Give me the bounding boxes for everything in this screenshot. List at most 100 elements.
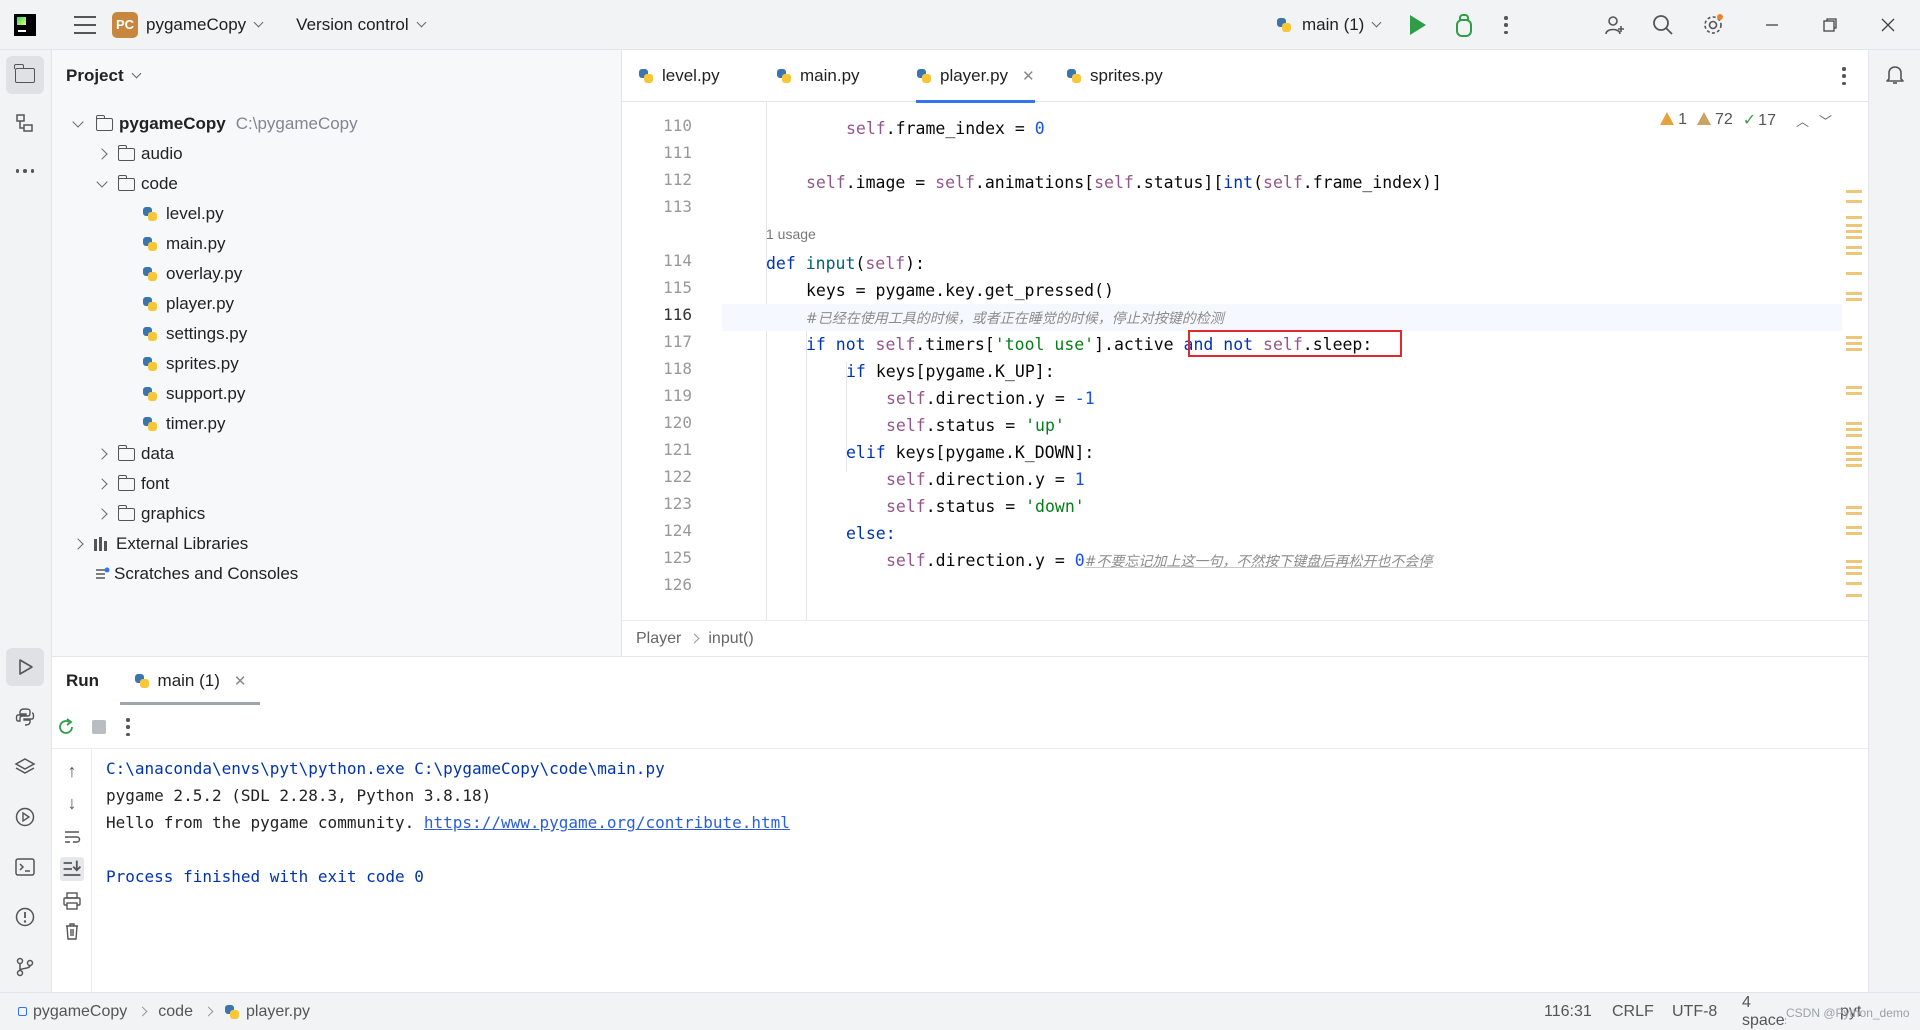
breadcrumb-method[interactable]: input() (708, 630, 753, 648)
expand-arrow-icon (72, 116, 84, 128)
tab-player-py[interactable]: player.py ✕ (916, 50, 1035, 103)
code-area[interactable]: self.frame_index = 0 self.image = self.a… (722, 102, 1842, 620)
usage-hint[interactable]: 1 usage (766, 226, 816, 242)
tree-file-timer-py[interactable]: timer.py (142, 410, 226, 438)
tree-item-code[interactable]: code (96, 170, 178, 198)
project-panel-header[interactable]: Project (52, 50, 621, 102)
tree-file-level-py[interactable]: level.py (142, 200, 224, 228)
notifications-bell-icon[interactable] (1883, 62, 1907, 86)
line-number: 125 (663, 548, 692, 567)
terminal-button[interactable] (6, 848, 44, 886)
settings-gear-icon[interactable] (1702, 14, 1724, 36)
scratches-icon (96, 567, 110, 579)
highlight-annotation-box (1188, 330, 1402, 357)
rerun-icon[interactable] (56, 717, 76, 737)
folder-icon (117, 504, 135, 521)
tree-file-settings-py[interactable]: settings.py (142, 320, 247, 348)
run-tool-button[interactable] (6, 648, 44, 686)
line-number: 123 (663, 494, 692, 513)
tree-item-external-libraries[interactable]: External Libraries (72, 530, 248, 558)
python-packages-button[interactable] (6, 748, 44, 786)
restore-window-icon[interactable] (1820, 15, 1840, 35)
line-number: 117 (663, 332, 692, 351)
tree-item-font[interactable]: font (96, 470, 169, 498)
tree-file-player-py[interactable]: player.py (142, 290, 234, 318)
close-tab-icon[interactable]: ✕ (1022, 67, 1035, 85)
tree-file-support-py[interactable]: support.py (142, 380, 245, 408)
soft-wrap-icon[interactable] (62, 827, 82, 847)
print-icon[interactable] (62, 891, 82, 911)
run-configuration-selector[interactable]: main (1) (1276, 0, 1382, 50)
stop-icon[interactable] (92, 720, 106, 734)
version-control-menu[interactable]: Version control (288, 0, 427, 49)
tree-file-main-py[interactable]: main.py (142, 230, 226, 258)
layers-icon (14, 758, 36, 774)
structure-tool-button[interactable] (6, 104, 44, 142)
tree-item-label: settings.py (166, 324, 248, 343)
tree-item-data[interactable]: data (96, 440, 174, 468)
close-tab-icon[interactable]: ✕ (234, 672, 247, 690)
tab-options-icon[interactable] (1842, 67, 1846, 85)
tree-root-pygamecopy[interactable]: pygameCopy C:\pygameCopy (72, 110, 358, 138)
tree-item-label: audio (141, 144, 183, 163)
chevron-right-icon (689, 633, 700, 644)
close-window-icon[interactable] (1878, 15, 1898, 35)
file-encoding[interactable]: UTF-8 (1672, 993, 1717, 1030)
services-button[interactable] (6, 798, 44, 836)
tab-label: sprites.py (1090, 66, 1163, 85)
git-button[interactable] (6, 948, 44, 986)
trash-icon[interactable] (62, 921, 82, 941)
arrow-up-icon[interactable]: ↑ (62, 761, 82, 781)
chevron-right-icon (203, 1006, 214, 1017)
caret-position[interactable]: 116:31 (1544, 993, 1592, 1030)
project-tool-button[interactable] (6, 56, 44, 94)
tree-file-sprites-py[interactable]: sprites.py (142, 350, 239, 378)
tab-sprites-py[interactable]: sprites.py (1066, 50, 1163, 102)
breadcrumb-class[interactable]: Player (636, 630, 681, 648)
folder-icon (117, 144, 135, 161)
debug-button[interactable] (1452, 13, 1472, 37)
line-number: 112 (663, 170, 692, 189)
problems-button[interactable] (6, 898, 44, 936)
git-branch-icon (16, 957, 34, 977)
console-line: Hello from the pygame community. https:/… (106, 813, 790, 832)
python-file-icon (638, 68, 654, 84)
minimize-window-icon[interactable] (1762, 15, 1782, 35)
problems-icon (15, 907, 35, 927)
tab-main-py[interactable]: main.py (776, 50, 860, 102)
status-crumb-file[interactable]: player.py (246, 1003, 310, 1021)
main-menu-icon[interactable] (74, 15, 96, 34)
collapsed-arrow-icon (96, 508, 108, 520)
python-console-icon (15, 708, 35, 726)
python-console-button[interactable] (6, 698, 44, 736)
more-actions-icon[interactable] (1504, 16, 1508, 34)
scroll-to-end-icon[interactable] (60, 857, 84, 881)
project-selector[interactable]: pygameCopy (138, 0, 264, 49)
code-line-121: elif keys[pygame.K_DOWN]: (846, 443, 1095, 462)
error-stripe[interactable] (1846, 190, 1862, 660)
run-button[interactable] (1410, 15, 1426, 35)
search-icon[interactable] (1652, 14, 1674, 36)
run-panel-title: Run (66, 671, 100, 690)
line-number: 114 (663, 251, 692, 270)
indent-settings[interactable]: 4 spaces (1742, 993, 1786, 1030)
module-icon (18, 1007, 27, 1016)
run-tab-main[interactable]: main (1) ✕ (120, 657, 260, 705)
tree-file-overlay-py[interactable]: overlay.py (142, 260, 242, 288)
more-tools-button[interactable] (6, 152, 44, 190)
status-crumb-folder[interactable]: code (158, 1003, 193, 1021)
tree-item-graphics[interactable]: graphics (96, 500, 205, 528)
code-line-118: if keys[pygame.K_UP]: (846, 362, 1055, 381)
console-output[interactable]: C:\anaconda\envs\pyt\python.exe C:\pygam… (106, 749, 1866, 993)
tree-item-scratches[interactable]: Scratches and Consoles (94, 560, 298, 588)
tab-level-py[interactable]: level.py (638, 50, 720, 102)
more-icon (15, 169, 35, 173)
tree-item-audio[interactable]: audio (96, 140, 183, 168)
run-more-icon[interactable] (126, 718, 130, 736)
add-user-icon[interactable] (1604, 14, 1626, 36)
arrow-down-icon[interactable]: ↓ (62, 793, 82, 813)
console-line: pygame 2.5.2 (SDL 2.28.3, Python 3.8.18) (106, 786, 492, 805)
pygame-contribute-link[interactable]: https://www.pygame.org/contribute.html (424, 813, 790, 832)
line-ending[interactable]: CRLF (1612, 993, 1654, 1030)
status-crumb-project[interactable]: pygameCopy (33, 1003, 127, 1021)
